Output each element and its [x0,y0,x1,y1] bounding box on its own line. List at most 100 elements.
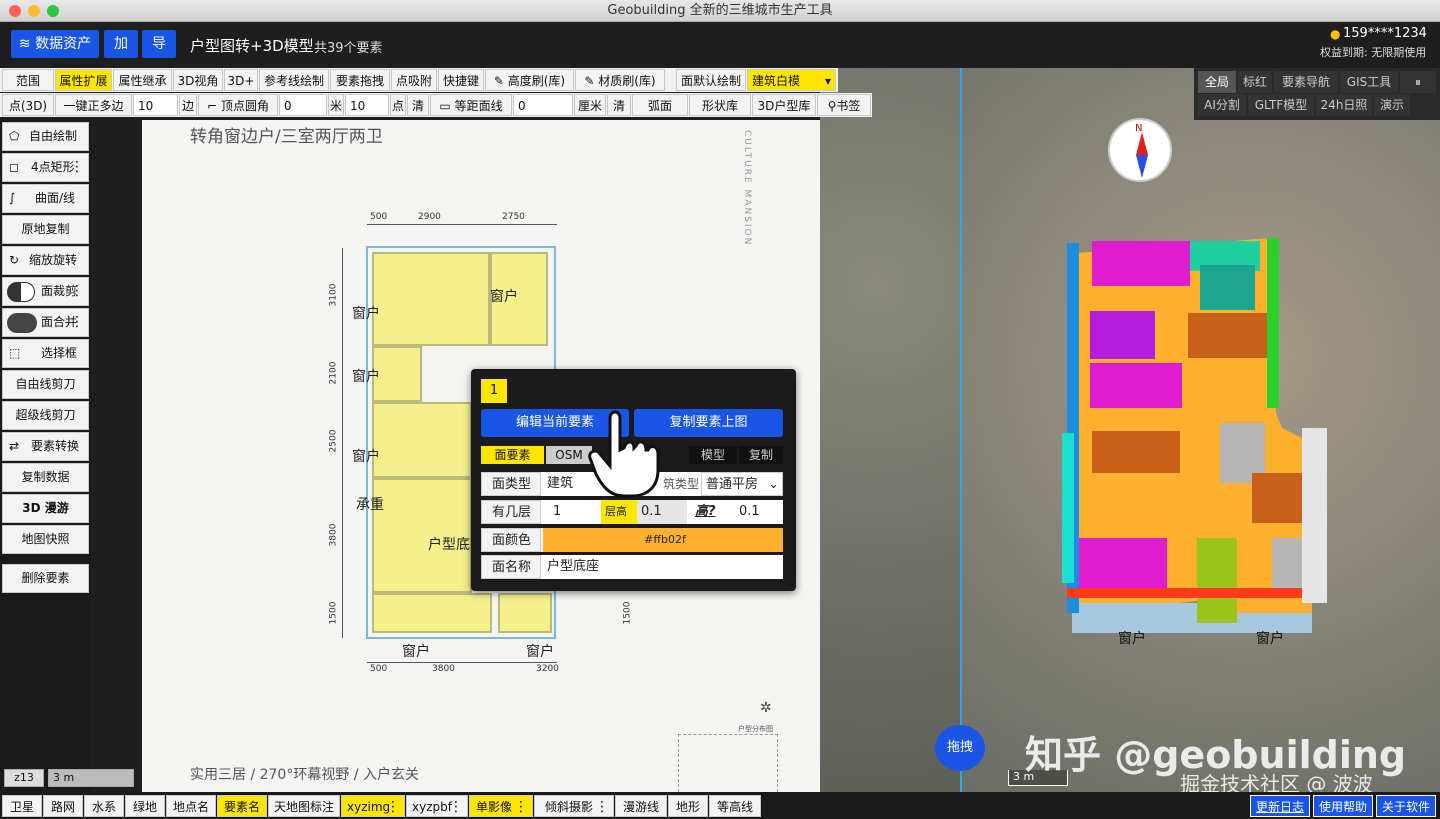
3d-plus-button[interactable]: 3D+ [224,69,258,91]
floor-height-input[interactable]: 0.1 [637,500,687,524]
curve-button[interactable]: ∫ 曲面/线 [2,184,89,213]
free-draw-button[interactable]: ⬠ 自由绘制 [2,122,89,151]
element-convert-button[interactable]: ⇄ 要素转换 [2,432,89,461]
help-button[interactable]: 使用帮助 [1313,795,1373,817]
default-face-button[interactable]: 面默认绘制 [676,69,746,91]
import-button[interactable]: 导 [142,30,176,58]
tab-face-element[interactable]: 面要素 [481,446,544,464]
building-3d-model[interactable] [1062,233,1352,633]
layer-single-image[interactable]: 单影像 ⋮ [469,795,533,817]
zoom-level: z13 [4,769,44,787]
copy-in-place-button[interactable]: 原地复制 [2,215,89,244]
add-button[interactable]: 加 [104,30,138,58]
layer-tianditu[interactable]: 天地图标注 [268,795,340,817]
select-box-button[interactable]: ⬚ 选择框 [2,339,89,368]
face-merge-button[interactable]: 面合并 ⋮ [2,308,89,337]
left-toolbox: ⬠ 自由绘制 ◻ 4点矩形 ⋮ ∫ 曲面/线 原地复制 ↻ 缩放旋转 面裁剪 ⋮ 面合并 ⋮ … [0,120,91,792]
layer-water[interactable]: 水系 [84,795,124,817]
point-3d-button[interactable]: 点(3D) [2,94,54,116]
delete-element-button[interactable]: 删除要素 [2,564,89,593]
layer-roads[interactable]: 路网 [43,795,83,817]
four-point-rect-button[interactable]: ◻ 4点矩形 ⋮ [2,153,89,182]
layer-oblique[interactable]: 倾斜摄影 ⋮ [534,795,614,817]
tab-osm[interactable]: OSM [546,446,592,464]
tab-gltf-model[interactable]: GLTF模型 [1248,94,1314,116]
layer-roam-line[interactable]: 漫游线 [615,795,667,817]
equidistant-face-button[interactable]: ▭ 等距面线 [430,94,512,116]
maximize-window-button[interactable] [47,5,59,17]
attr-inherit-button[interactable]: 属性继承 [113,69,172,91]
tab-ai-segment[interactable]: AI分割 [1198,94,1246,116]
layer-satellite[interactable]: 卫星 [2,795,42,817]
bookmark-button[interactable]: ⚲书签 [817,94,871,116]
floors-input[interactable]: 1 [543,500,599,524]
corner-radius-input[interactable]: 0 [279,94,327,116]
minimize-window-button[interactable] [28,5,40,17]
compass-needle-icon [1136,132,1148,178]
tab-mark-red[interactable]: 标红 [1238,71,1272,93]
tab-copy[interactable]: 复制 [739,446,783,464]
height-input[interactable]: 0.1 [725,500,783,524]
corner-points-input[interactable]: 10 [345,94,389,116]
copy-data-button[interactable]: 复制数据 [2,463,89,492]
map-view-left[interactable] [820,68,960,792]
swap-icon: ⇄ [9,439,20,453]
collapse-panel-button[interactable]: ⏸ [1400,71,1436,93]
layer-xyzimg[interactable]: xyzimg ⋮ [341,795,405,817]
clip-icon [7,282,35,302]
layer-terrain[interactable]: 地形 [668,795,708,817]
layer-contour[interactable]: 等高线 [709,795,761,817]
user-account[interactable]: 159****1234 [1343,26,1427,41]
changelog-button[interactable]: 更新日志 [1250,795,1310,817]
building-type-label: 筑类型 [663,477,700,491]
toolbar-row-2: 点(3D) 一键正多边 10 边 ⌐ 顶点圆角 0 米 10 点 清 ▭ 等距面… [0,93,872,117]
face-clip-button[interactable]: 面裁剪 ⋮ [2,277,89,306]
about-button[interactable]: 关于软件 [1376,795,1436,817]
face-color-picker[interactable]: #ffb02f [543,528,783,552]
arc-face-button[interactable]: 弧面 [632,94,688,116]
drag-button[interactable]: 拖拽 [935,725,985,771]
shape-library-button[interactable]: 形状库 [689,94,751,116]
room-bedroom [372,252,490,346]
super-line-scissor-button[interactable]: 超级线剪刀 [2,401,89,430]
layer-place-names[interactable]: 地点名 [166,795,216,817]
clear-equidist-button[interactable]: 清 [607,94,631,116]
3d-house-library-button[interactable]: 3D户型库 [752,94,816,116]
tab-gis-tools[interactable]: GIS工具 [1340,71,1398,93]
height-help-link[interactable]: 高? [691,500,723,524]
ref-line-button[interactable]: 参考线绘制 [259,69,329,91]
floorplan-title: 转角窗边户/三室两厅两卫 [190,127,383,147]
tab-element-nav[interactable]: 要素导航 [1274,71,1338,93]
tab-24h-sunlight[interactable]: 24h日照 [1316,94,1372,116]
clear-corner-button[interactable]: 清 [407,94,429,116]
scale-rotate-button[interactable]: ↻ 缩放旋转 [2,246,89,275]
layer-xyzpbf[interactable]: xyzpbf ⋮ [406,795,468,817]
view-3d-button[interactable]: 3D视角 [173,69,223,91]
height-brush-button[interactable]: ✎ 高度刷(库) [485,69,574,91]
compass[interactable]: N [1108,118,1172,182]
free-line-scissor-button[interactable]: 自由线剪刀 [2,370,89,399]
tab-global[interactable]: 全局 [1198,71,1236,93]
draw-mode-select[interactable]: 建筑白模 ▾ [747,69,836,91]
3d-roam-button[interactable]: 3D 漫游 [2,494,89,523]
layer-green[interactable]: 绿地 [125,795,165,817]
material-brush-button[interactable]: ✎ 材质刷(库) [575,69,665,91]
polygon-sides-input[interactable]: 10 [133,94,178,116]
range-button[interactable]: 范围 [2,69,54,91]
building-type-select[interactable]: 普通平房 ⌄ [701,472,783,496]
vertex-round-button[interactable]: ⌐ 顶点圆角 [198,94,278,116]
layer-element-names[interactable]: 要素名 [217,795,267,817]
attr-extend-button[interactable]: 属性扩展 [55,69,112,91]
data-assets-button[interactable]: ≋ 数据资产 [11,30,99,58]
regular-polygon-button[interactable]: 一键正多边 [55,94,132,116]
map-view-3d[interactable]: N 窗户 窗户 [960,68,1440,792]
equidistant-input[interactable]: 0 [513,94,573,116]
tab-demo[interactable]: 演示 [1374,94,1410,116]
snap-point-button[interactable]: 点吸附 [391,69,437,91]
shortcuts-button[interactable]: 快捷键 [438,69,484,91]
face-name-input[interactable]: 户型底座 [543,555,783,579]
close-window-button[interactable] [9,5,21,17]
map-snapshot-button[interactable]: 地图快照 [2,525,89,554]
drag-element-button[interactable]: 要素拖拽 [330,69,390,91]
tab-model[interactable]: 模型 [689,446,737,464]
